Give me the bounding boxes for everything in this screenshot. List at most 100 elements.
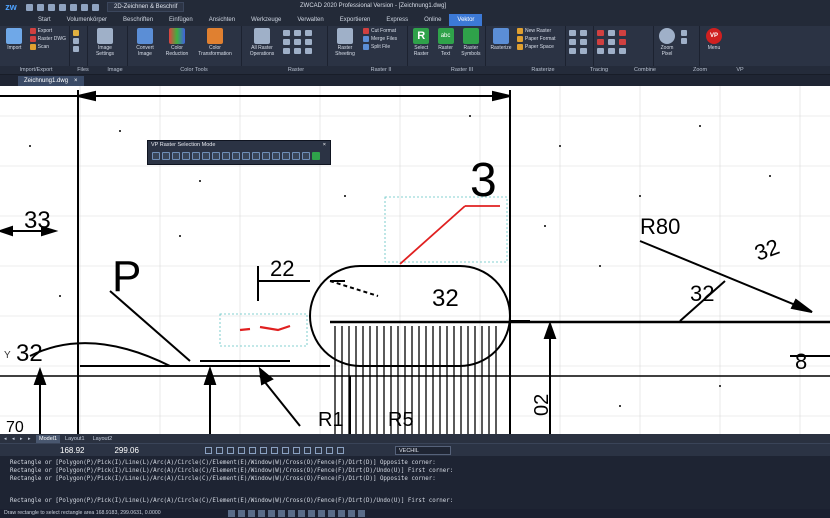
raster-tool-icon[interactable] — [283, 48, 290, 54]
fullscreen-icon[interactable] — [358, 510, 365, 517]
tab-beschriften[interactable]: Beschriften — [115, 14, 161, 26]
annotation-icon[interactable] — [315, 447, 322, 454]
import-button[interactable]: Import — [3, 28, 26, 51]
prev-layout-icon[interactable]: ◂ — [12, 436, 18, 442]
files-save-icon[interactable] — [73, 38, 79, 44]
print-icon[interactable] — [70, 3, 77, 11]
layer-icon[interactable] — [337, 447, 344, 454]
convert-image-button[interactable]: Convert Image — [131, 28, 159, 57]
combine-tool-icon[interactable] — [597, 48, 604, 54]
tab-online[interactable]: Online — [416, 14, 449, 26]
color-transformation-button[interactable]: Color Transformation — [195, 28, 235, 57]
paper-space-button[interactable]: Paper Space — [517, 44, 556, 50]
settings-icon[interactable] — [348, 510, 355, 517]
line-select-icon[interactable] — [182, 152, 190, 160]
raster-tool-icon[interactable] — [283, 30, 290, 36]
raster-tool-icon[interactable] — [305, 30, 312, 36]
element-select-icon[interactable] — [212, 152, 220, 160]
first-layout-icon[interactable]: ◂ — [4, 436, 10, 442]
polar-toggle-icon[interactable] — [268, 510, 275, 517]
raster-tool-icon[interactable] — [305, 48, 312, 54]
save-icon[interactable] — [48, 3, 55, 11]
sc-toggle-icon[interactable] — [328, 510, 335, 517]
pick-select-icon[interactable] — [172, 152, 180, 160]
raster-tool-icon[interactable] — [294, 30, 301, 36]
combine-tool-icon[interactable] — [597, 39, 604, 45]
fence-select-icon[interactable] — [242, 152, 250, 160]
close-icon[interactable]: × — [323, 141, 326, 150]
tracing-tool-icon[interactable] — [580, 30, 587, 36]
transparency-icon[interactable] — [293, 447, 300, 454]
tab-vektor[interactable]: Vektor — [449, 14, 483, 26]
new-raster-button[interactable]: New Raster — [517, 28, 556, 34]
combine-tool-icon[interactable] — [619, 30, 626, 36]
invert-select-icon[interactable] — [262, 152, 270, 160]
export-button[interactable]: Export — [29, 28, 66, 34]
command-input[interactable]: Rectangle or [Polygon(P)/Pick(I)/Line(L)… — [10, 497, 453, 505]
combine-tool-icon[interactable] — [608, 48, 615, 54]
model-space-icon[interactable] — [228, 510, 235, 517]
qp-toggle-icon[interactable] — [318, 510, 325, 517]
raster-sheeting-button[interactable]: Raster Sheeting — [331, 28, 359, 57]
dirt-select-icon[interactable] — [252, 152, 260, 160]
paper-format-button[interactable]: Paper Format — [517, 36, 556, 42]
tab-ansichten[interactable]: Ansichten — [201, 14, 243, 26]
raster-text-button[interactable]: abc Raster Text — [435, 28, 455, 57]
zoom-pixel-button[interactable]: Zoom Pixel — [657, 28, 677, 57]
rectangle-select-icon[interactable] — [152, 152, 160, 160]
workspace-dropdown[interactable]: 2D-Zeichnen & Beschrif — [107, 2, 185, 12]
window-select-icon[interactable] — [222, 152, 230, 160]
grid-icon[interactable] — [216, 447, 223, 454]
raster-tool-icon[interactable] — [283, 39, 290, 45]
tab-verwalten[interactable]: Verwalten — [289, 14, 331, 26]
layout-tab-2[interactable]: Layout2 — [90, 435, 116, 443]
raster-tool-icon[interactable] — [305, 39, 312, 45]
tab-start[interactable]: Start — [30, 14, 59, 26]
remove-icon[interactable] — [292, 152, 300, 160]
raster-symbols-button[interactable]: Raster Symbols — [460, 28, 482, 57]
color-reduction-button[interactable]: Color Reduction — [163, 28, 191, 57]
layout-tab-model[interactable]: Model1 — [36, 434, 61, 443]
dyn-icon[interactable] — [271, 447, 278, 454]
raster-tool-icon[interactable] — [294, 39, 301, 45]
combine-tool-icon[interactable] — [608, 30, 615, 36]
otrack-icon[interactable] — [260, 447, 267, 454]
tab-exportieren[interactable]: Exportieren — [332, 14, 379, 26]
tab-volumenkoerper[interactable]: Volumenkörper — [59, 14, 115, 26]
undo-icon[interactable] — [302, 152, 310, 160]
scan-button[interactable]: Scan — [29, 44, 66, 50]
next-layout-icon[interactable]: ▸ — [20, 436, 26, 442]
lineweight-icon[interactable] — [282, 447, 289, 454]
vp-menu-button[interactable]: VP Menu — [703, 28, 725, 51]
merge-files-button[interactable]: Merge Files — [363, 36, 397, 42]
tab-express[interactable]: Express — [378, 14, 416, 26]
combine-tool-icon[interactable] — [608, 39, 615, 45]
polygon-select-icon[interactable] — [162, 152, 170, 160]
all-raster-operations-button[interactable]: All Raster Operations — [245, 28, 279, 57]
tracing-tool-icon[interactable] — [580, 39, 587, 45]
layer-dropdown[interactable]: VECHIL — [395, 446, 451, 455]
tab-werkzeuge[interactable]: Werkzeuge — [243, 14, 289, 26]
last-layout-icon[interactable]: ▸ — [28, 436, 34, 442]
undo-icon[interactable] — [81, 3, 88, 11]
otrack-toggle-icon[interactable] — [288, 510, 295, 517]
osnap-toggle-icon[interactable] — [278, 510, 285, 517]
files-close-icon[interactable] — [73, 46, 79, 52]
new-file-icon[interactable] — [26, 3, 33, 11]
close-tab-icon[interactable]: × — [74, 76, 78, 86]
combine-tool-icon[interactable] — [597, 30, 604, 36]
circle-select-icon[interactable] — [202, 152, 210, 160]
document-tab[interactable]: Zeichnung1.dwg × — [18, 75, 84, 86]
selection-cycle-icon[interactable] — [304, 447, 311, 454]
rasterize-button[interactable]: Rasterize — [489, 28, 513, 51]
snap-toggle-icon[interactable] — [248, 510, 255, 517]
select-raster-button[interactable]: R Select Raster — [411, 28, 431, 57]
osnap-icon[interactable] — [249, 447, 256, 454]
vp-toolbar-header[interactable]: VP Raster Selection Mode × — [148, 141, 330, 150]
add-icon[interactable] — [282, 152, 290, 160]
raster-dwg-button[interactable]: Raster DWG — [29, 36, 66, 42]
clear-select-icon[interactable] — [272, 152, 280, 160]
workspace-icon[interactable] — [326, 447, 333, 454]
redo-icon[interactable] — [92, 3, 99, 11]
tracing-tool-icon[interactable] — [569, 30, 576, 36]
